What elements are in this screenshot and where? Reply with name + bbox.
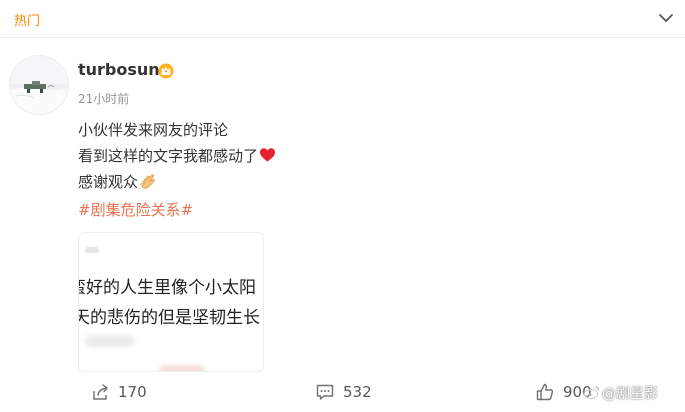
post-text-line-3: 感谢观众 xyxy=(78,172,157,192)
chevron-down-icon[interactable] xyxy=(657,9,675,27)
media-blur-decor xyxy=(85,335,135,347)
crown-icon xyxy=(158,63,174,79)
clapping-hands-icon xyxy=(140,174,155,189)
feed-header: 热门 xyxy=(0,0,685,38)
author-name[interactable]: turbosun xyxy=(78,60,160,79)
media-blur-decor xyxy=(159,365,205,371)
media-thumbnail[interactable]: 蛮好的人生里像个小太阳 天的悲伤的但是坚韧生长 xyxy=(78,232,264,372)
like-icon xyxy=(536,383,554,401)
post-text-line-2: 看到这样的文字我都感动了 xyxy=(78,146,276,166)
heart-icon xyxy=(260,148,276,162)
share-count: 170 xyxy=(118,383,147,401)
avatar-image xyxy=(10,56,68,114)
comment-icon xyxy=(316,384,334,400)
comment-count: 532 xyxy=(343,383,372,401)
watermark-text: @剧星影 xyxy=(602,386,658,402)
avatar[interactable] xyxy=(9,55,69,115)
hot-tab-label[interactable]: 热门 xyxy=(14,10,40,29)
post-text-line-1: 小伙伴发来网友的评论 xyxy=(78,121,229,139)
share-button[interactable]: 170 xyxy=(90,381,147,403)
share-icon xyxy=(93,384,108,400)
media-text-line-2: 天的悲伤的但是坚韧生长 xyxy=(78,308,260,328)
comment-button[interactable]: 532 xyxy=(315,381,372,403)
media-blur-decor xyxy=(85,247,99,253)
hashtag-link[interactable]: #剧集危险关系# xyxy=(78,199,193,220)
media-text-line-1: 蛮好的人生里像个小太阳 xyxy=(78,278,256,298)
weibo-icon xyxy=(583,386,600,400)
post-timestamp[interactable]: 21小时前 xyxy=(78,90,129,107)
